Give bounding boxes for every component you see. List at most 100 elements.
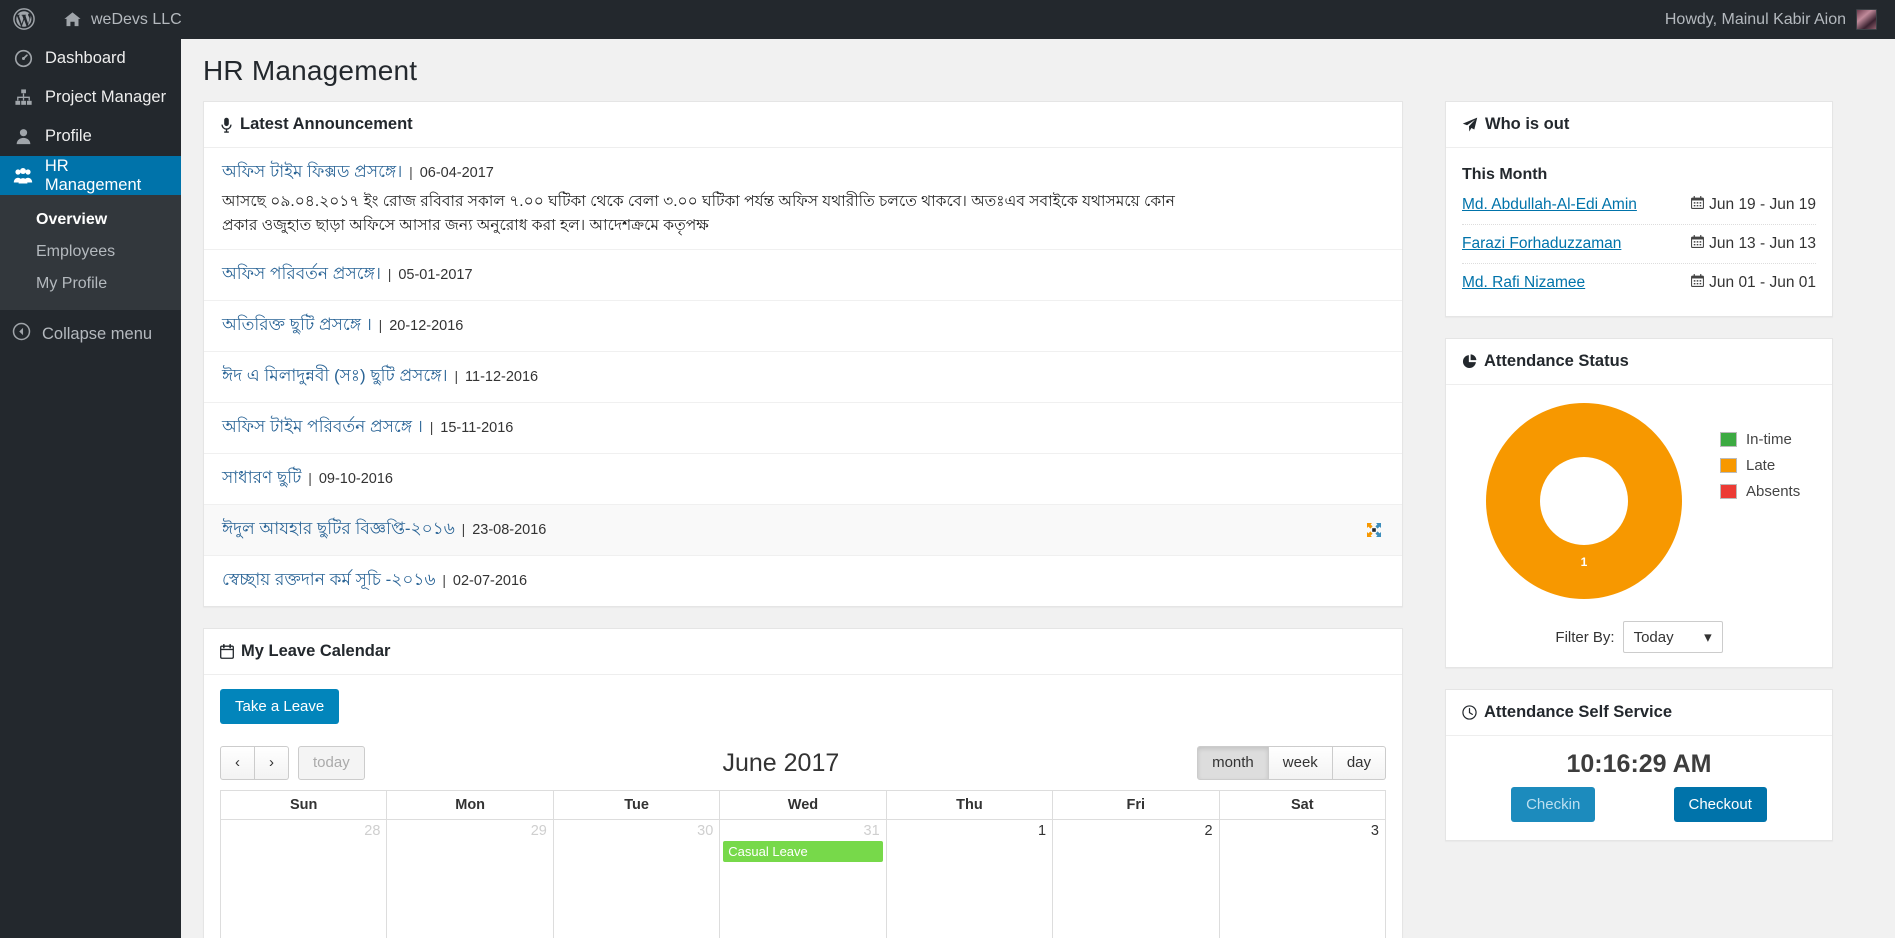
dashboard-columns: Latest Announcement অফিস টাইম ফিক্সড প্র… [181,101,1895,938]
legend-item-late[interactable]: Late [1720,457,1800,474]
legend-item-absents[interactable]: Absents [1720,483,1800,500]
announcement-title-link[interactable]: অতিরিক্ত ছুটি প্রসঙ্গে । [222,315,372,334]
admin-bar-right[interactable]: Howdy, Mainul Kabir Aion [1665,9,1895,30]
calendar-toolbar: ‹ › today June 2017 month week day [220,746,1386,781]
calendar-view-week[interactable]: week [1268,746,1333,781]
main-content: HR Management Latest Announcement অফিস ট… [181,39,1895,938]
filter-by-label: Filter By: [1555,628,1615,646]
calendar-weekday-header: Tue [552,790,721,821]
announcement-head: অফিস টাইম পরিবর্তন প্রসঙ্গে । | 15-11-20… [222,414,1384,442]
checkout-button[interactable]: Checkout [1673,787,1767,822]
announcement-separator: | [438,572,450,589]
self-service-body: 10:16:29 AM Checkin Checkout [1446,736,1832,840]
donut-ring[interactable]: 1 [1486,403,1682,599]
left-column: Latest Announcement অফিস টাইম ফিক্সড প্র… [203,101,1403,938]
people-group-icon [12,166,34,186]
sidebar-item-hr-management[interactable]: HR Management [0,156,189,195]
calendar-day-cell[interactable]: 28 [219,819,388,938]
sidebar-item-label: HR Management [44,156,142,194]
calendar-day-cell[interactable]: 31 Casual Leave [719,819,887,938]
calendar-day-number: 31 [863,823,880,840]
sidebar-item-dashboard[interactable]: Dashboard [0,39,181,78]
announcement-head: স্বেচ্ছায় রক্তদান কর্ম সূচি -২০১৬ | 02-… [222,567,1384,595]
wordpress-logo-menu[interactable] [0,0,50,39]
calendar-weekday-row: Sun Mon Tue Wed Thu Fri Sat [219,790,1387,821]
calendar-weekday-header: Thu [885,790,1054,821]
filter-selected-value: Today [1633,628,1674,646]
attendance-status-body: 1 In-time Late Absents Filter By: Today … [1446,385,1832,667]
take-a-leave-button[interactable]: Take a Leave [220,689,340,725]
calendar-view-month[interactable]: month [1197,746,1269,781]
legend-item-in-time[interactable]: In-time [1720,431,1800,448]
chevron-down-icon: ▾ [1704,629,1712,646]
calendar-day-number: 3 [1370,823,1379,840]
who-is-out-employee-link[interactable]: Farazi Forhaduzzaman [1462,235,1621,253]
current-time: 10:16:29 AM [1566,750,1712,778]
calendar-view-day[interactable]: day [1332,746,1386,781]
who-is-out-employee-link[interactable]: Md. Rafi Nizamee [1462,274,1585,292]
user-icon [12,127,34,146]
announcement-head: ঈদুল আযহার ছুটির বিজ্ঞপ্তি-২০১৬ | 23-08-… [222,516,1384,544]
who-is-out-date-text: Jun 13 - Jun 13 [1709,235,1816,252]
announcement-title-link[interactable]: অফিস টাইম পরিবর্তন প্রসঙ্গে । [222,417,423,436]
calendar-day-cell[interactable]: 30 [552,819,721,938]
calendar-next-button[interactable]: › [255,746,289,781]
calendar-week-row: 28 29 30 31 Casual Leave 1 2 3 [219,819,1387,938]
self-service-title: Attendance Self Service [1484,703,1672,721]
home-icon [63,10,82,29]
submenu-item-employees[interactable]: Employees [0,236,181,268]
calendar-day-number: 29 [530,823,547,840]
calendar-day-cell[interactable]: 3 [1218,819,1387,938]
announcement-separator: | [374,317,387,334]
announcement-title-link[interactable]: স্বেচ্ছায় রক্তদান কর্ম সূচি -২০১৬ [222,570,436,589]
sidebar-item-project-manager[interactable]: Project Manager [0,78,181,117]
admin-bar-left: weDevs LLC [0,0,195,39]
dashboard-icon [12,49,34,68]
legend-label: In-time [1746,431,1792,448]
announcement-title-link[interactable]: সাধারণ ছুটি [222,468,301,487]
latest-announcement-header: Latest Announcement [204,102,1402,148]
announcement-title-link[interactable]: অফিস পরিবর্তন প্রসঙ্গে। [222,264,381,283]
calendar-day-number: 28 [364,823,381,840]
announcement-head: সাধারণ ছুটি | 09-10-2016 [222,465,1384,493]
submenu-item-my-profile[interactable]: My Profile [0,268,181,300]
calendar-day-cell[interactable]: 29 [386,819,554,938]
calendar-prev-button[interactable]: ‹ [220,746,255,781]
site-name-label: weDevs LLC [91,10,182,28]
legend-swatch-late [1720,458,1737,473]
who-is-out-dates: Jun 19 - Jun 19 [1691,196,1816,214]
announcement-head: অফিস টাইম ফিক্সড প্রসঙ্গে। | 06-04-2017 [222,159,1384,187]
announcement-title-link[interactable]: অফিস টাইম ফিক্সড প্রসঙ্গে। [222,162,402,181]
calendar-today-button[interactable]: today [298,746,365,781]
announcement-title-link[interactable]: ঈদ এ মিলাদুন্নবী (সঃ) ছুটি প্রসঙ্গে। [222,366,448,385]
calendar-grid: Sun Mon Tue Wed Thu Fri Sat 28 29 30 31 Casual Lea… [219,790,1387,938]
who-is-out-list: Md. Abdullah-Al-Edi Amin Jun 19 - Jun 19 F… [1462,186,1816,302]
collapse-menu-button[interactable]: Collapse menu [0,310,181,358]
site-name-menu[interactable]: weDevs LLC [50,0,195,39]
calendar-weekday-header: Fri [1052,790,1220,821]
announcement-excerpt: আসছে ০৯.০৪.২০১৭ ইং রোজ রবিবার সকাল ৭.০০ … [222,193,1175,235]
calendar-day-number: 30 [697,823,714,840]
who-is-out-dates: Jun 01 - Jun 01 [1691,274,1816,292]
sidebar-item-profile[interactable]: Profile [0,117,181,156]
attendance-status-header: Attendance Status [1446,339,1832,385]
announcement-head: অতিরিক্ত ছুটি প্রসঙ্গে । | 20-12-2016 [222,312,1384,340]
clock-icon [1462,705,1477,720]
announcement-separator: | [405,164,417,180]
calendar-day-cell[interactable]: 2 [1052,819,1220,938]
announcement-title-link[interactable]: ঈদুল আযহার ছুটির বিজ্ঞপ্তি-২০১৬ [222,519,455,538]
calendar-icon [1691,196,1705,214]
calendar-day-cell[interactable]: 1 [885,819,1054,938]
announcement-row: অফিস টাইম পরিবর্তন প্রসঙ্গে । | 15-11-20… [204,403,1402,455]
expand-arrows-icon[interactable] [1366,522,1382,538]
leave-calendar-panel: My Leave Calendar Take a Leave ‹ › today… [203,628,1403,938]
checkin-button[interactable]: Checkin [1511,787,1596,822]
announcement-separator: | [383,266,396,283]
hr-submenu: Overview Employees My Profile [0,195,181,310]
announcement-separator: | [457,521,470,538]
who-is-out-employee-link[interactable]: Md. Abdullah-Al-Edi Amin [1462,196,1637,214]
attendance-filter-select[interactable]: Today ▾ [1622,621,1723,653]
who-is-out-title: Who is out [1485,115,1570,133]
submenu-item-overview[interactable]: Overview [0,204,181,236]
calendar-event[interactable]: Casual Leave [723,841,883,863]
